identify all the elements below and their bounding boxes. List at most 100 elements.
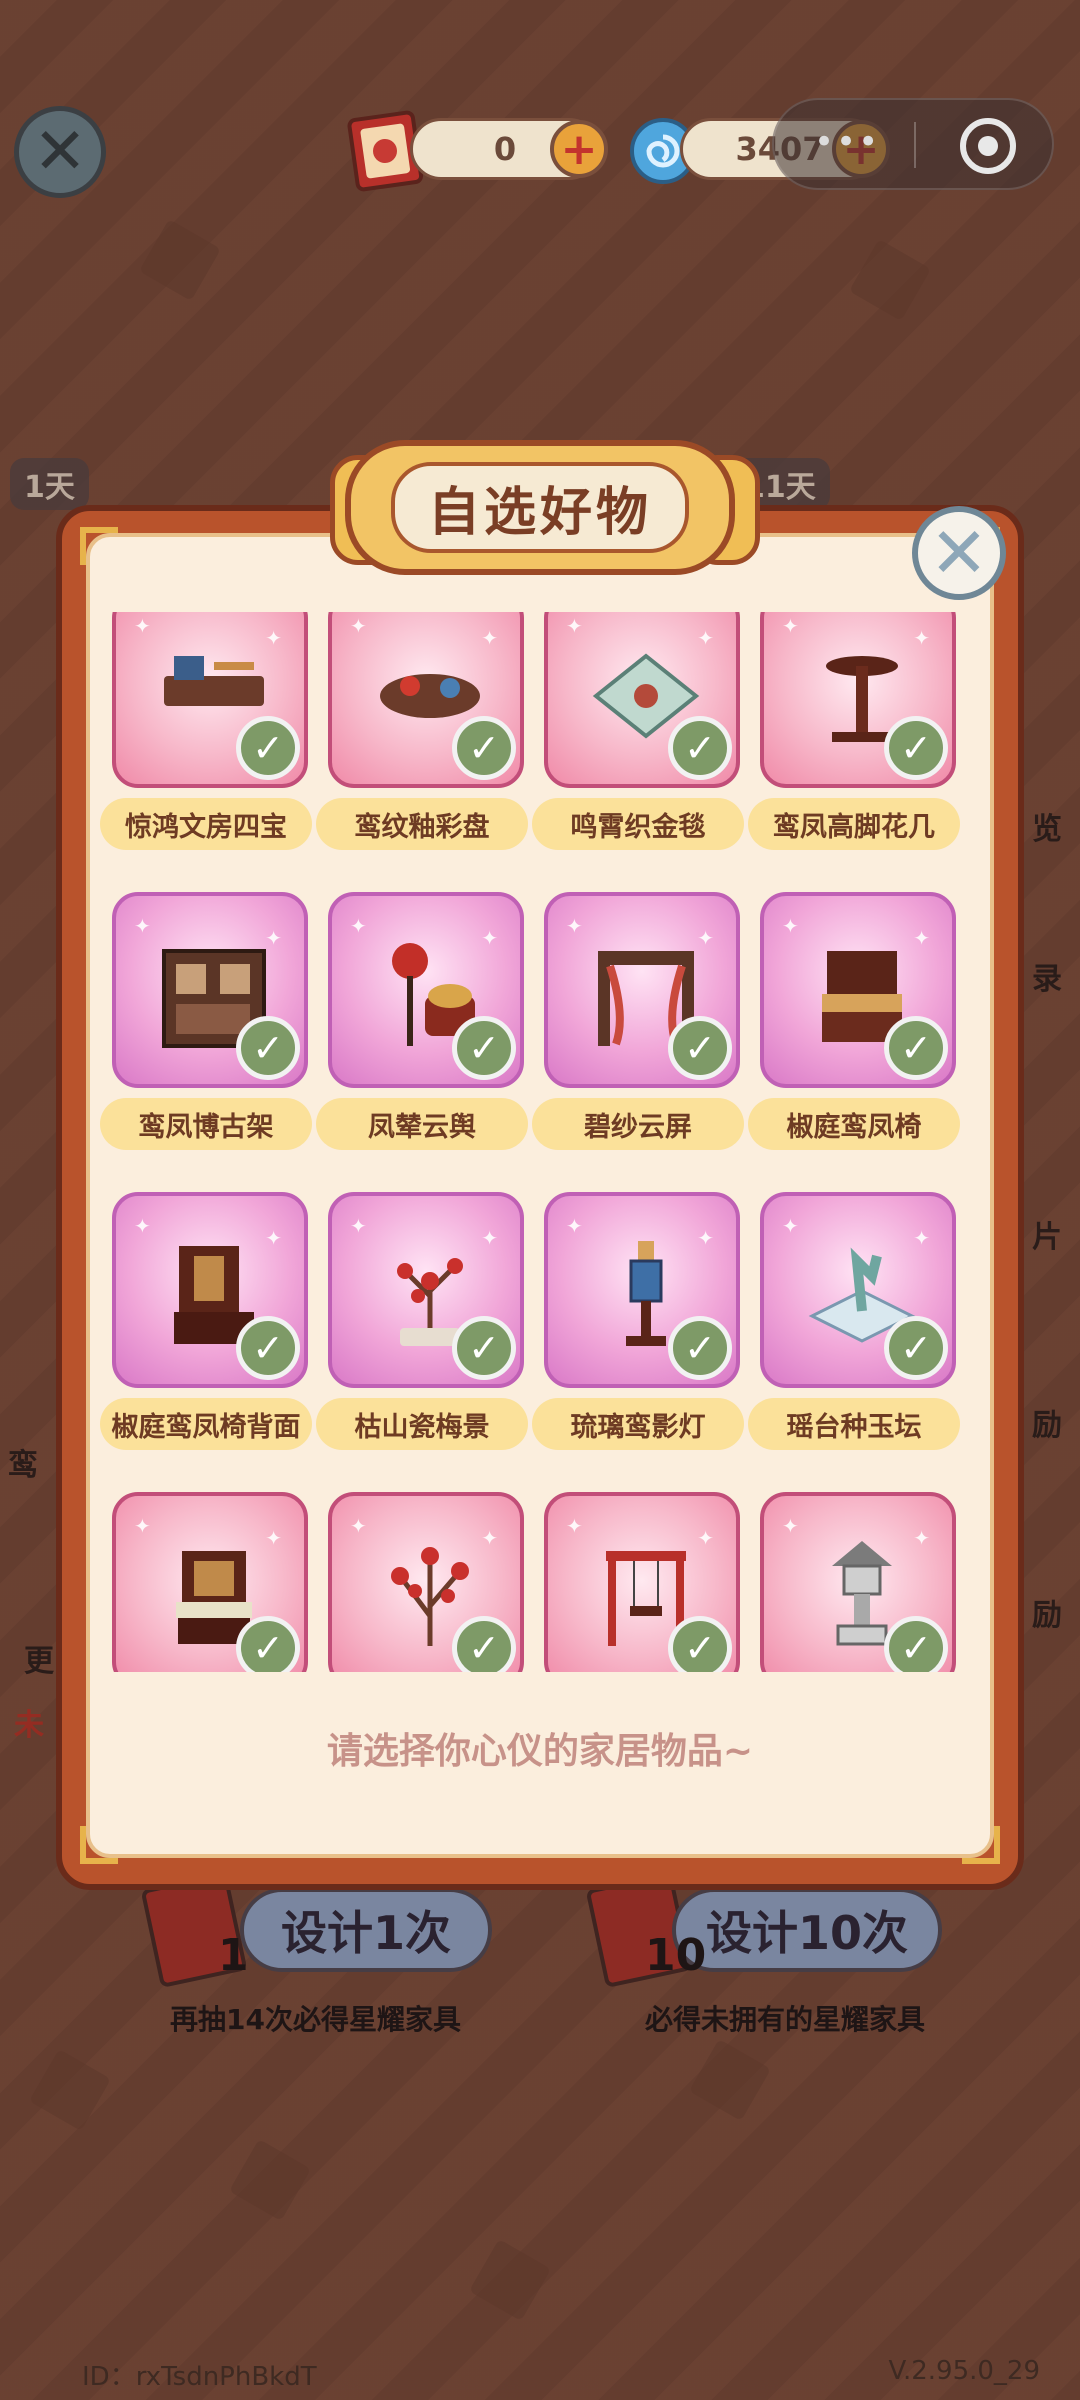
furniture-card[interactable]: ✦ ✦ ✓	[760, 612, 956, 788]
furniture-item[interactable]: ✦ ✦ ✓ 鸾凤高脚花几	[748, 612, 960, 852]
furniture-card[interactable]: ✦ ✦ ✓	[544, 892, 740, 1088]
furniture-item[interactable]: ✦ ✦ ✓ 椒庭鸾凤椅	[748, 892, 960, 1152]
furniture-card[interactable]: ✦ ✦ ✓	[760, 1192, 956, 1388]
capsule-divider	[914, 122, 916, 168]
corner-ornament	[80, 527, 118, 565]
sparkle-icon: ✦	[134, 1514, 151, 1538]
furniture-item[interactable]: ✦ ✦ ✓	[316, 1492, 528, 1672]
corner-ornament	[80, 1826, 118, 1864]
sparkle-icon: ✦	[134, 914, 151, 938]
furniture-item[interactable]: ✦ ✦ ✓	[100, 1492, 312, 1672]
sparkle-icon: ✦	[782, 1514, 799, 1538]
furniture-name: 鸾凤博古架	[100, 1098, 312, 1150]
sparkle-icon: ✦	[350, 914, 367, 938]
sparkle-icon: ✦	[566, 914, 583, 938]
add-scroll-button[interactable]: +	[550, 120, 608, 178]
furniture-item[interactable]: ✦ ✦ ✓ 凤辇云舆	[316, 892, 528, 1152]
sparkle-icon: ✦	[350, 1514, 367, 1538]
owned-check-icon: ✓	[452, 1016, 516, 1080]
owned-check-icon: ✓	[884, 1616, 948, 1672]
furniture-card[interactable]: ✦ ✦ ✓	[328, 1492, 524, 1672]
sparkle-icon: ✦	[134, 614, 151, 638]
furniture-name: 椒庭鸾凤椅	[748, 1098, 960, 1150]
furniture-item[interactable]: ✦ ✦ ✓ 碧纱云屏	[532, 892, 744, 1152]
sparkle-icon: ✦	[782, 614, 799, 638]
furniture-name: 惊鸿文房四宝	[100, 798, 312, 850]
furniture-card[interactable]: ✦ ✦ ✓	[112, 612, 308, 788]
owned-check-icon: ✓	[884, 1016, 948, 1080]
side-label: 励	[1032, 1408, 1062, 1443]
furniture-card[interactable]: ✦ ✦ ✓	[544, 612, 740, 788]
owned-check-icon: ✓	[452, 716, 516, 780]
owned-check-icon: ✓	[452, 1316, 516, 1380]
close-icon: ✕	[929, 512, 989, 594]
sparkle-icon: ✦	[350, 614, 367, 638]
side-label: 览	[1032, 812, 1062, 847]
furniture-item[interactable]: ✦ ✦ ✓	[532, 1492, 744, 1672]
guarantee-note: 必得未拥有的星耀家具	[645, 2003, 926, 2036]
more-menu-icon[interactable]: •••	[814, 122, 880, 162]
furniture-card[interactable]: ✦ ✦ ✓	[328, 1192, 524, 1388]
side-label: 励	[1032, 1598, 1062, 1633]
furniture-card[interactable]: ✦ ✦ ✓	[760, 1492, 956, 1672]
owned-check-icon: ✓	[668, 1016, 732, 1080]
sparkle-icon: ✦	[350, 1214, 367, 1238]
furniture-card[interactable]: ✦ ✦ ✓	[544, 1492, 740, 1672]
scroll-count: 0	[493, 130, 517, 168]
furniture-card[interactable]: ✦ ✦ ✓	[112, 1492, 308, 1672]
owned-check-icon: ✓	[668, 1316, 732, 1380]
sparkle-icon: ✦	[782, 1214, 799, 1238]
version: V.2.95.0_29	[888, 2356, 1040, 2386]
design-ten-button[interactable]: 设计10次	[672, 1888, 942, 1972]
corner-ornament	[962, 1826, 1000, 1864]
side-label: 录	[1032, 962, 1062, 997]
mini-program-capsule: •••	[772, 98, 1054, 190]
furniture-item[interactable]: ✦ ✦ ✓ 枯山瓷梅景	[316, 1192, 528, 1452]
owned-check-icon: ✓	[236, 716, 300, 780]
furniture-item[interactable]: ✦ ✦ ✓ 瑶台种玉坛	[748, 1192, 960, 1452]
furniture-item[interactable]: ✦ ✦ ✓ 惊鸿文房四宝	[100, 612, 312, 852]
furniture-name: 鸣霄织金毯	[532, 798, 744, 850]
sparkle-icon: ✦	[566, 1514, 583, 1538]
furniture-name: 琉璃鸾影灯	[532, 1398, 744, 1450]
design-once-cost: 1	[218, 1930, 249, 1981]
furniture-item[interactable]: ✦ ✦ ✓ 鸾凤博古架	[100, 892, 312, 1152]
modal-title: 自选好物	[391, 462, 689, 553]
furniture-card[interactable]: ✦ ✦ ✓	[112, 892, 308, 1088]
side-label: 鸾	[8, 1448, 38, 1483]
furniture-name: 椒庭鸾凤椅背面	[100, 1398, 312, 1450]
sparkle-icon: ✦	[566, 1214, 583, 1238]
design-ten-cost: 10	[645, 1930, 707, 1981]
furniture-name: 枯山瓷梅景	[316, 1398, 528, 1450]
furniture-card[interactable]: ✦ ✦ ✓	[544, 1192, 740, 1388]
owned-check-icon: ✓	[668, 716, 732, 780]
furniture-item[interactable]: ✦ ✦ ✓	[748, 1492, 960, 1672]
close-modal-button[interactable]: ✕	[912, 506, 1006, 600]
sparkle-icon: ✦	[782, 914, 799, 938]
sparkle-icon: ✦	[134, 1214, 151, 1238]
furniture-item[interactable]: ✦ ✦ ✓ 鸾纹釉彩盘	[316, 612, 528, 852]
close-page-button[interactable]: ✕	[14, 106, 106, 198]
owned-check-icon: ✓	[884, 716, 948, 780]
side-label: 更	[24, 1644, 54, 1679]
title-plaque: 自选好物	[345, 440, 735, 575]
owned-check-icon: ✓	[236, 1016, 300, 1080]
user-id: ID：rxTsdnPhBkdT	[82, 2362, 317, 2392]
furniture-card[interactable]: ✦ ✦ ✓	[328, 612, 524, 788]
furniture-item[interactable]: ✦ ✦ ✓ 鸣霄织金毯	[532, 612, 744, 852]
furniture-name: 瑶台种玉坛	[748, 1398, 960, 1450]
owned-check-icon: ✓	[236, 1316, 300, 1380]
sparkle-icon: ✦	[566, 614, 583, 638]
furniture-name: 鸾纹釉彩盘	[316, 798, 528, 850]
close-miniprogram-icon[interactable]	[960, 118, 1016, 174]
furniture-item[interactable]: ✦ ✦ ✓ 琉璃鸾影灯	[532, 1192, 744, 1452]
furniture-card[interactable]: ✦ ✦ ✓	[760, 892, 956, 1088]
furniture-item[interactable]: ✦ ✦ ✓ 椒庭鸾凤椅背面	[100, 1192, 312, 1452]
furniture-card[interactable]: ✦ ✦ ✓	[328, 892, 524, 1088]
side-label: 未	[14, 1708, 44, 1743]
design-once-button[interactable]: 设计1次	[240, 1888, 492, 1972]
owned-check-icon: ✓	[884, 1316, 948, 1380]
item-grid: ✦ ✦ ✓ 惊鸿文房四宝 ✦ ✦ ✓ 鸾纹釉彩盘 ✦ ✦ ✓ 鸣霄织金毯 ✦ ✦ ✓ 鸾凤高脚花几 ✦ ✦ ✓ 鸾凤博…	[100, 612, 980, 1672]
selection-hint: 请选择你心仪的家居物品~	[326, 1731, 754, 1772]
furniture-card[interactable]: ✦ ✦ ✓	[112, 1192, 308, 1388]
